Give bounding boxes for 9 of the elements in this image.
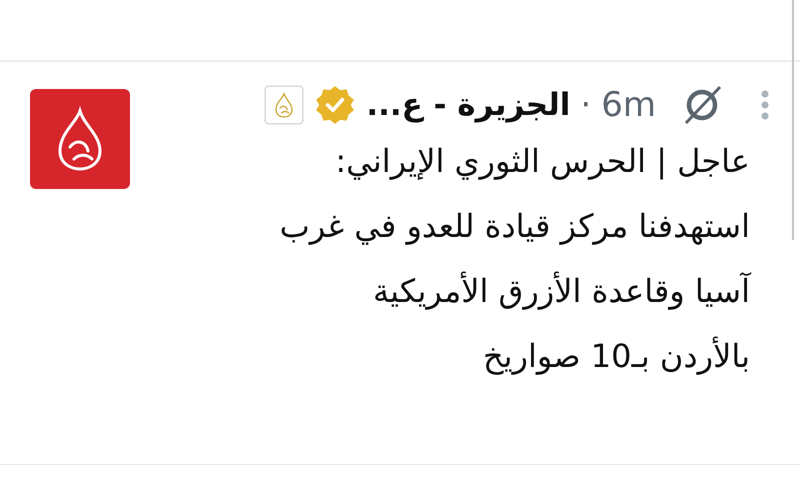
author-name[interactable]: الجزيرة - ع... bbox=[366, 87, 570, 123]
post-text-line: استهدفنا مركز قيادة للعدو في غرب bbox=[280, 206, 750, 247]
dot-separator: · bbox=[580, 85, 592, 125]
post-text-line: بالأردن بـ10 صواريخ bbox=[482, 336, 750, 377]
post-text-line: آسيا وقاعدة الأزرق الأمريكية bbox=[373, 270, 750, 312]
post-text-line: عاجل | الحرس الثوري الإيراني: bbox=[335, 141, 750, 182]
logo-avatar[interactable] bbox=[30, 89, 130, 189]
post-time: 6m bbox=[601, 85, 656, 125]
logo-icon bbox=[264, 85, 304, 125]
